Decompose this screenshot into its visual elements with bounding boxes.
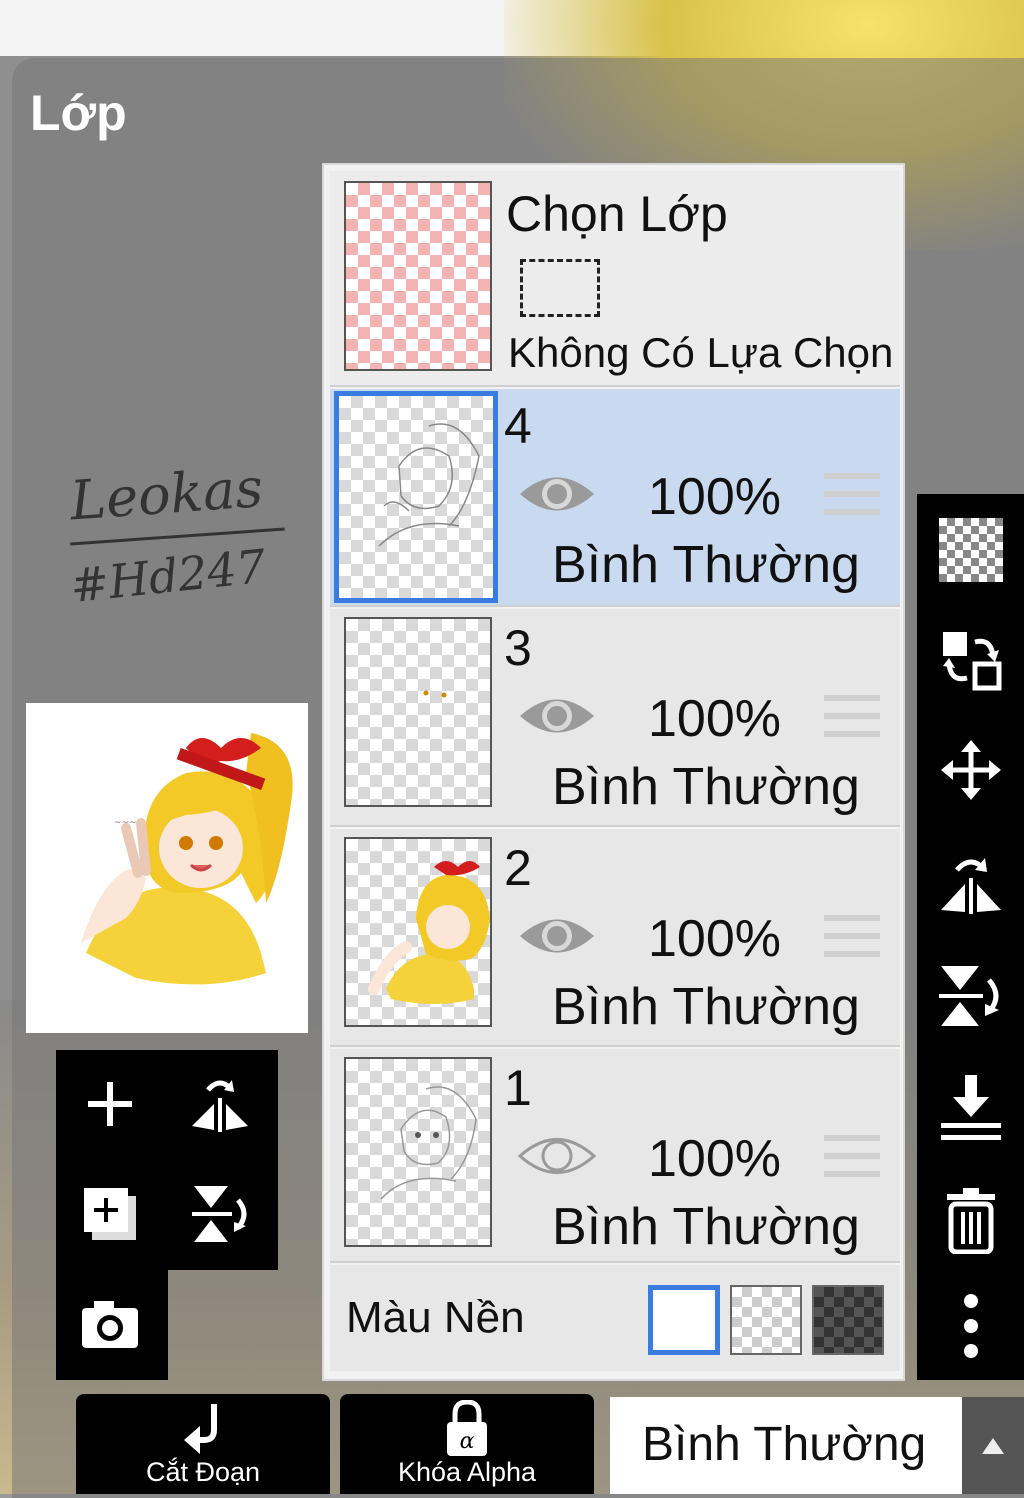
layer-blend-mode: Bình Thường [552, 758, 860, 816]
flip-vertical-icon[interactable] [180, 1174, 260, 1254]
clipping-arrow-icon [184, 1404, 217, 1454]
background-color-row: Màu Nền [330, 1265, 900, 1371]
visibility-eye-icon[interactable] [518, 911, 596, 961]
blend-mode-value: Bình Thường [642, 1418, 927, 1471]
drag-handle-icon[interactable] [824, 915, 880, 969]
layer-blend-mode: Bình Thường [552, 1198, 860, 1256]
canvas-preview[interactable]: ~~~ [26, 703, 308, 1033]
layer-thumbnail [344, 837, 492, 1027]
clipping-button[interactable]: Cắt Đoạn [76, 1394, 330, 1494]
layer-thumbnail [344, 1057, 492, 1247]
layer-number: 1 [504, 1060, 532, 1116]
selection-thumbnail [344, 181, 492, 371]
background-dark-swatch[interactable] [812, 1285, 884, 1355]
drag-handle-icon[interactable] [824, 695, 880, 749]
visibility-eye-icon[interactable] [518, 691, 596, 741]
layer-row[interactable]: 3 100% Bình Thường [330, 609, 900, 827]
visibility-eye-off-icon[interactable] [518, 1131, 596, 1181]
svg-text:~~~: ~~~ [114, 818, 137, 828]
background-color-label: Màu Nền [346, 1293, 525, 1342]
layer-number: 4 [504, 398, 532, 454]
panel-title: Lớp [30, 85, 127, 141]
chevron-up-icon[interactable] [962, 1397, 1024, 1494]
layer-blend-mode: Bình Thường [552, 536, 860, 594]
layer-opacity[interactable]: 100% [648, 909, 781, 969]
flip-vertical-icon[interactable] [931, 956, 1011, 1036]
flip-horizontal-icon[interactable] [931, 844, 1011, 924]
alpha-lock-label: Khóa Alpha [397, 1457, 537, 1487]
layers-list: Chọn Lớp Không Có Lựa Chọn 4 100% Bình T… [322, 163, 905, 1381]
selection-title: Chọn Lớp [506, 186, 728, 242]
visibility-eye-icon[interactable] [518, 469, 596, 519]
character-illustration: ~~~ [81, 733, 293, 985]
duplicate-layer-icon[interactable] [70, 1174, 150, 1254]
layer-blend-mode: Bình Thường [552, 978, 860, 1036]
clipping-label: Cắt Đoạn [145, 1457, 261, 1487]
layer-opacity[interactable]: 100% [648, 1129, 781, 1189]
marquee-icon [520, 259, 600, 317]
checker-icon[interactable] [931, 510, 1011, 590]
layer-thumbnail [344, 617, 492, 807]
layer-row[interactable]: 2 100% Bình Thường [330, 829, 900, 1047]
layer-number: 3 [504, 620, 532, 676]
move-icon[interactable] [931, 730, 1011, 810]
layer-opacity[interactable]: 100% [648, 689, 781, 749]
flip-horizontal-icon[interactable] [180, 1064, 260, 1144]
camera-icon[interactable] [70, 1284, 150, 1364]
add-layer-icon[interactable] [70, 1064, 150, 1144]
blend-mode-select[interactable]: Bình Thường [610, 1397, 962, 1494]
signature-name: Leokas [68, 456, 265, 533]
selection-layer-row[interactable]: Chọn Lớp Không Có Lựa Chọn [330, 171, 900, 387]
drag-handle-icon[interactable] [824, 473, 880, 527]
drag-handle-icon[interactable] [824, 1135, 880, 1189]
background-white-swatch[interactable] [648, 1285, 720, 1355]
layer-thumbnail [334, 391, 498, 603]
layer-row[interactable]: 1 100% Bình Thường [330, 1049, 900, 1263]
selection-status: Không Có Lựa Chọn [508, 329, 894, 376]
right-toolbar [917, 494, 1024, 1380]
svg-text:α: α [460, 1429, 475, 1454]
layer-number: 2 [504, 840, 532, 896]
lock-icon: α [447, 1400, 487, 1456]
trash-icon[interactable] [931, 1180, 1011, 1260]
signature-tag: #Hd247 [67, 538, 269, 614]
layer-row[interactable]: 4 100% Bình Thường [330, 389, 900, 607]
merge-down-icon[interactable] [931, 1068, 1011, 1148]
background-transparent-swatch[interactable] [730, 1285, 802, 1355]
more-icon[interactable] [931, 1286, 1011, 1366]
layer-opacity[interactable]: 100% [648, 467, 781, 527]
signature: Leokas #Hd247 [68, 456, 285, 613]
swap-icon[interactable] [931, 620, 1011, 700]
alpha-lock-button[interactable]: α Khóa Alpha [340, 1394, 594, 1494]
